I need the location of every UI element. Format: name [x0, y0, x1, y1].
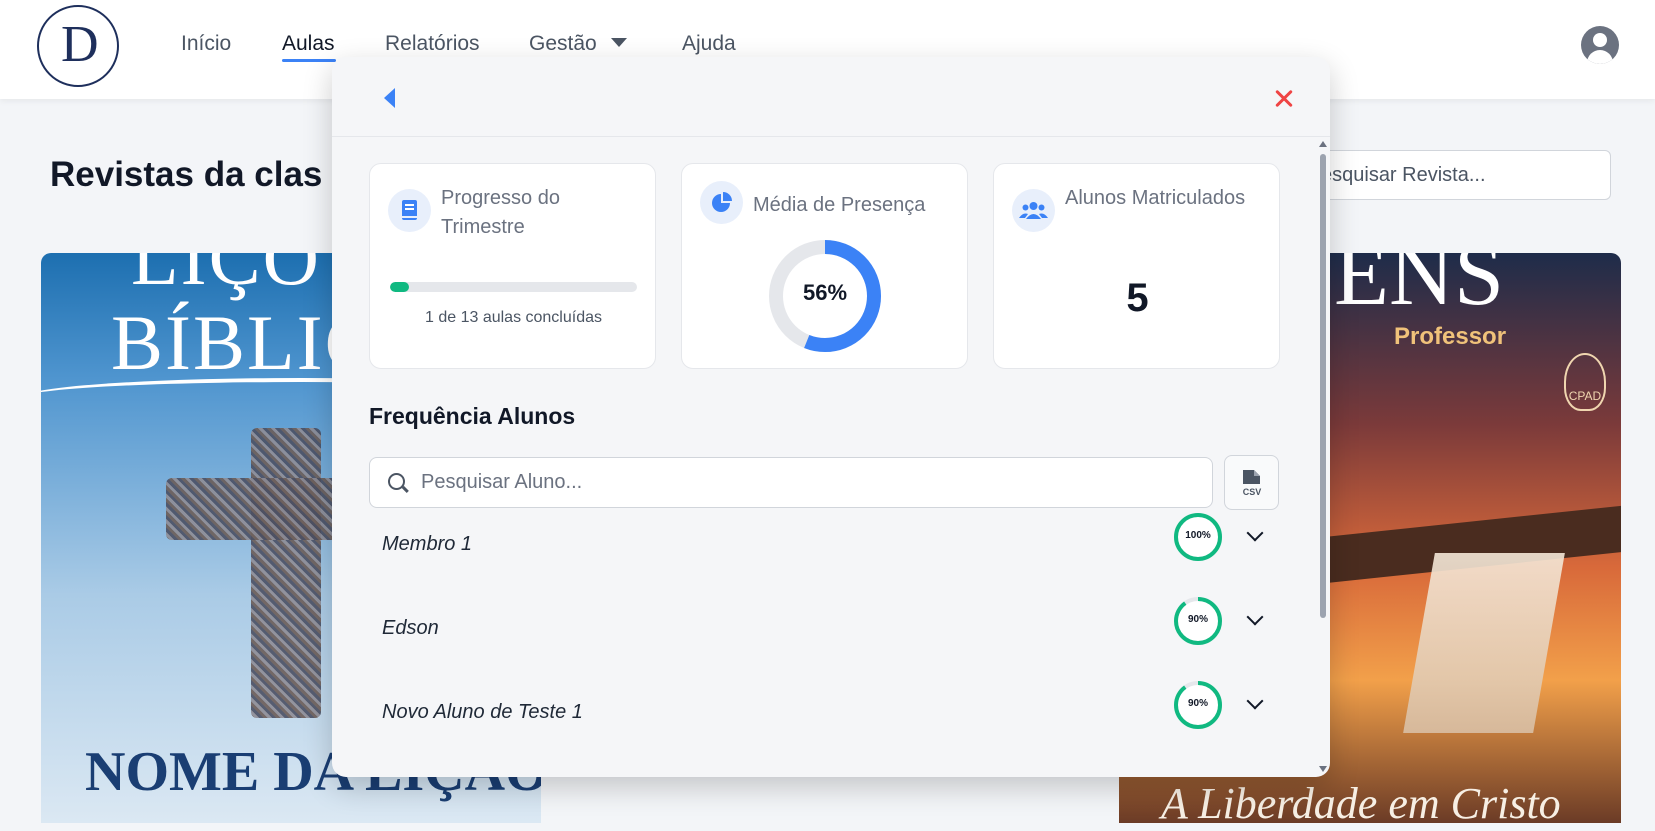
back-button[interactable] — [380, 86, 404, 110]
student-name: Membro 1 — [382, 533, 473, 555]
enrolled-card: Alunos Matriculados 5 — [993, 163, 1280, 369]
progress-card-label: Progresso do Trimestre — [441, 187, 560, 238]
publisher-name: CPAD — [1568, 389, 1602, 403]
scroll-up-arrow-icon[interactable] — [1319, 141, 1327, 147]
student-row[interactable]: Membro 1 100% — [369, 511, 1279, 591]
modal-header — [332, 57, 1330, 137]
close-button[interactable] — [1270, 84, 1298, 112]
trimester-progress-fill — [390, 282, 409, 292]
export-csv-button[interactable]: CSV — [1224, 455, 1279, 510]
publisher-logo: CPAD — [1564, 353, 1606, 411]
student-search-input[interactable] — [369, 457, 1213, 508]
cross-image-vertical — [251, 428, 321, 718]
user-avatar-icon[interactable] — [1581, 26, 1619, 64]
app-logo[interactable]: D — [37, 5, 119, 87]
nav-item-aulas[interactable]: Aulas — [282, 32, 335, 56]
attendance-percent: 90% — [1187, 614, 1208, 625]
cover-subtitle: Professor — [1394, 323, 1507, 350]
attendance-card-label: Média de Presença — [753, 194, 926, 216]
nav-item-inicio[interactable]: Início — [181, 32, 231, 56]
svg-text:CSV: CSV — [1243, 487, 1262, 497]
nav-item-gestao-label: Gestão — [529, 32, 597, 55]
cover-tagline: A Liberdade em Cristo — [1161, 779, 1561, 823]
scroll-down-arrow-icon[interactable] — [1319, 766, 1327, 772]
chevron-down-icon[interactable] — [1244, 609, 1266, 631]
attendance-percent: 90% — [1187, 698, 1208, 709]
student-name: Edson — [382, 617, 439, 639]
student-row[interactable]: Novo Aluno de Teste 1 90% — [369, 679, 1279, 759]
active-nav-indicator — [282, 59, 336, 62]
nav-item-gestao[interactable]: Gestão — [529, 32, 627, 56]
cloth-image — [1403, 553, 1565, 733]
attendance-percent: 100% — [1185, 530, 1211, 541]
chevron-down-icon[interactable] — [1244, 525, 1266, 547]
pie-chart-icon — [700, 181, 743, 224]
cover-title-line1: LIÇÕ — [131, 253, 321, 301]
student-name: Novo Aluno de Teste 1 — [382, 701, 583, 723]
magazine-search-input[interactable]: esquisar Revista... — [1300, 150, 1611, 200]
student-row[interactable]: Edson 90% — [369, 595, 1279, 675]
scrollbar-thumb[interactable] — [1320, 154, 1326, 618]
book-icon — [388, 189, 431, 232]
progress-card: Progresso do Trimestre 1 de 13 aulas con… — [369, 163, 656, 369]
attendance-value: 56% — [802, 280, 848, 305]
caret-down-icon — [610, 38, 627, 47]
trimester-progress-bar — [390, 282, 637, 292]
class-stats-modal: Progresso do Trimestre 1 de 13 aulas con… — [332, 57, 1330, 777]
enrolled-card-label: Alunos Matriculados — [1065, 187, 1246, 209]
enrolled-count: 5 — [1126, 276, 1149, 320]
section-title-frequencia: Frequência Alunos — [369, 403, 576, 429]
logo-monogram: D — [61, 16, 99, 73]
page-title: Revistas da clas — [50, 155, 323, 194]
csv-file-icon: CSV — [1243, 470, 1262, 497]
nav-item-relatorios[interactable]: Relatórios — [385, 32, 480, 56]
users-icon — [1012, 189, 1055, 232]
chevron-down-icon[interactable] — [1244, 693, 1266, 715]
nav-item-ajuda[interactable]: Ajuda — [682, 32, 736, 56]
attendance-card: Média de Presença 56% — [681, 163, 968, 369]
progress-text: 1 de 13 aulas concluídas — [424, 309, 602, 326]
